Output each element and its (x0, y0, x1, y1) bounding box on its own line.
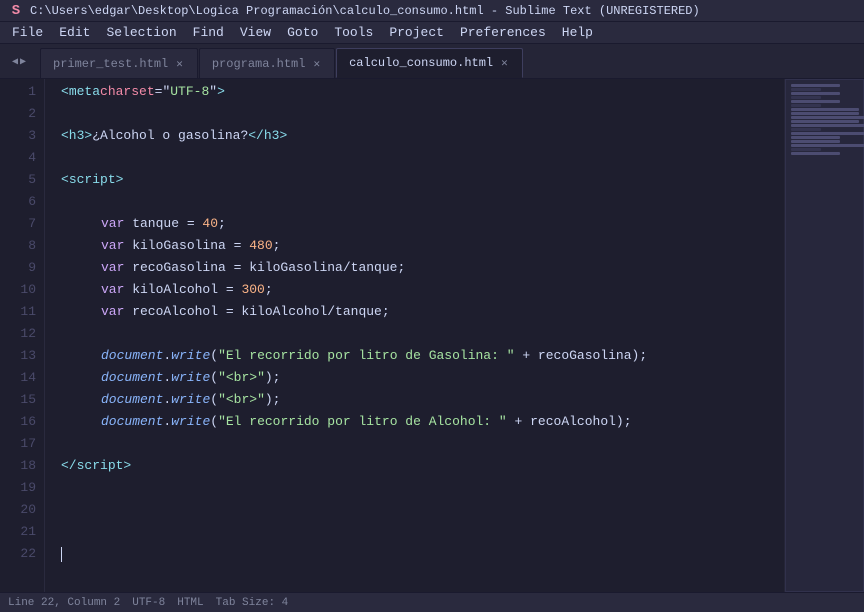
line-num-16: 16 (0, 411, 36, 433)
tab-calculo-consumo[interactable]: calculo_consumo.html ✕ (336, 48, 523, 78)
tab-label-primer-test: primer_test.html (53, 57, 168, 71)
code-line-10: var kiloAlcohol = 300; (61, 279, 784, 301)
status-position: Line 22, Column 2 (8, 597, 120, 609)
menu-bar: File Edit Selection Find View Goto Tools… (0, 22, 864, 44)
tab-label-programa: programa.html (212, 57, 306, 71)
line-num-19: 19 (0, 477, 36, 499)
text-cursor (61, 547, 62, 562)
line-num-9: 9 (0, 257, 36, 279)
editor: 1 2 3 4 5 6 7 8 9 10 11 12 13 14 15 16 1… (0, 79, 864, 592)
app-logo: S (8, 3, 24, 19)
status-encoding: UTF-8 (132, 597, 165, 609)
code-line-14: document.write("<br>"); (61, 367, 784, 389)
menu-selection[interactable]: Selection (98, 23, 184, 42)
line-num-13: 13 (0, 345, 36, 367)
menu-file[interactable]: File (4, 23, 51, 42)
line-num-21: 21 (0, 521, 36, 543)
menu-goto[interactable]: Goto (279, 23, 326, 42)
line-num-17: 17 (0, 433, 36, 455)
code-line-2 (61, 103, 784, 125)
code-line-3: <h3>¿Alcohol o gasolina?</h3> (61, 125, 784, 147)
line-num-1: 1 (0, 81, 36, 103)
minimap-viewport (785, 79, 864, 592)
code-area[interactable]: <meta charset="UTF-8"> <h3>¿Alcohol o ga… (45, 79, 784, 592)
menu-preferences[interactable]: Preferences (452, 23, 554, 42)
code-line-18: </script> (61, 455, 784, 477)
code-line-13: document.write("El recorrido por litro d… (61, 345, 784, 367)
line-num-12: 12 (0, 323, 36, 345)
line-num-18: 18 (0, 455, 36, 477)
tab-bar-inner: primer_test.html ✕ programa.html ✕ calcu… (40, 44, 524, 78)
code-line-16: document.write("El recorrido por litro d… (61, 411, 784, 433)
window-title: C:\Users\edgar\Desktop\Logica Programaci… (30, 4, 700, 18)
tab-next-btn[interactable]: ▶ (20, 56, 26, 68)
code-line-4 (61, 147, 784, 169)
status-syntax: HTML (177, 597, 203, 609)
title-bar: S C:\Users\edgar\Desktop\Logica Programa… (0, 0, 864, 22)
code-line-6 (61, 191, 784, 213)
code-line-8: var kiloGasolina = 480; (61, 235, 784, 257)
line-num-3: 3 (0, 125, 36, 147)
code-line-15: document.write("<br>"); (61, 389, 784, 411)
line-num-15: 15 (0, 389, 36, 411)
menu-tools[interactable]: Tools (326, 23, 381, 42)
tab-close-calculo-consumo[interactable]: ✕ (499, 55, 510, 71)
line-num-11: 11 (0, 301, 36, 323)
code-line-17 (61, 433, 784, 455)
tab-close-programa[interactable]: ✕ (311, 56, 322, 72)
minimap (784, 79, 864, 592)
code-line-20 (61, 499, 784, 521)
code-line-5: <script> (61, 169, 784, 191)
line-num-7: 7 (0, 213, 36, 235)
tab-label-calculo-consumo: calculo_consumo.html (349, 56, 493, 70)
menu-view[interactable]: View (232, 23, 279, 42)
line-num-5: 5 (0, 169, 36, 191)
line-numbers: 1 2 3 4 5 6 7 8 9 10 11 12 13 14 15 16 1… (0, 79, 45, 592)
line-num-14: 14 (0, 367, 36, 389)
status-bar: Line 22, Column 2 UTF-8 HTML Tab Size: 4 (0, 592, 864, 612)
line-num-8: 8 (0, 235, 36, 257)
tab-primer-test[interactable]: primer_test.html ✕ (40, 48, 198, 78)
code-line-19 (61, 477, 784, 499)
line-num-20: 20 (0, 499, 36, 521)
code-line-21 (61, 521, 784, 543)
tab-programa[interactable]: programa.html ✕ (199, 48, 335, 78)
code-line-9: var recoGasolina = kiloGasolina/tanque; (61, 257, 784, 279)
menu-project[interactable]: Project (381, 23, 452, 42)
code-line-7: var tanque = 40; (61, 213, 784, 235)
menu-find[interactable]: Find (185, 23, 232, 42)
code-line-1: <meta charset="UTF-8"> (61, 81, 784, 103)
status-tab-size: Tab Size: 4 (216, 597, 289, 609)
menu-help[interactable]: Help (554, 23, 601, 42)
code-line-22 (61, 543, 784, 565)
tab-close-primer-test[interactable]: ✕ (174, 56, 185, 72)
tab-bar: ◀ ▶ primer_test.html ✕ programa.html ✕ c… (0, 44, 864, 79)
line-num-10: 10 (0, 279, 36, 301)
tab-prev-btn[interactable]: ◀ (12, 56, 18, 68)
code-line-12 (61, 323, 784, 345)
menu-edit[interactable]: Edit (51, 23, 98, 42)
line-num-2: 2 (0, 103, 36, 125)
line-num-4: 4 (0, 147, 36, 169)
code-line-11: var recoAlcohol = kiloAlcohol/tanque; (61, 301, 784, 323)
line-num-6: 6 (0, 191, 36, 213)
line-num-22: 22 (0, 543, 36, 565)
